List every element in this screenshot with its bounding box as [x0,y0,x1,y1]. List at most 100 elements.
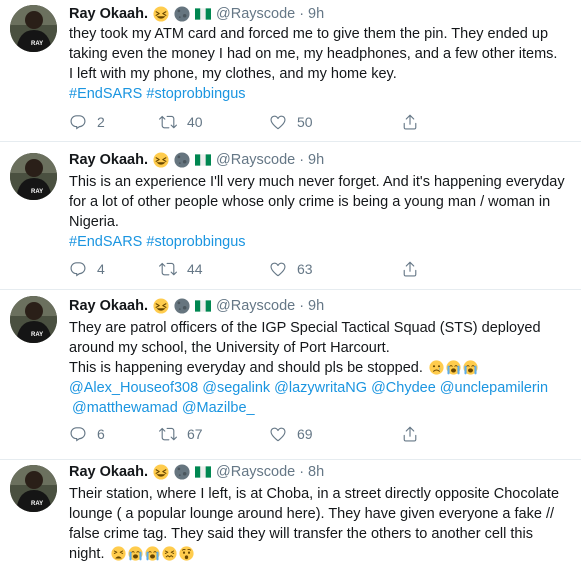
author-name[interactable]: Ray Okaah. [69,150,148,170]
text-line: Nigeria. [69,214,119,230]
grinning-squinting-face-icon [153,6,169,22]
reply-icon [69,113,87,131]
text-line: taking even the money I had on me, my he… [69,46,558,62]
retweet-count: 44 [187,261,203,277]
share-icon [401,113,419,131]
tweet-text: Their station, where I left, is at Choba… [69,484,574,564]
reply-count: 6 [97,426,105,442]
tweet-3[interactable]: Ray Okaah. @Rayscode · 9h They are patro… [0,290,581,460]
grinning-squinting-face-icon [153,464,169,480]
loudly-crying-face-icon [463,360,478,375]
avatar[interactable] [10,5,57,52]
retweet-count: 40 [187,114,203,130]
timestamp[interactable]: 8h [308,462,324,482]
like-button[interactable]: 69 [269,424,313,444]
like-icon [269,260,287,278]
like-button[interactable]: 63 [269,259,313,279]
mentions[interactable]: @matthewamad @Mazilbe_ [69,398,574,418]
new-moon-face-icon [174,6,190,22]
sad-but-relieved-face-icon [429,360,444,375]
new-moon-face-icon [174,298,190,314]
author-handle[interactable]: @Rayscode [216,150,295,170]
author-name[interactable]: Ray Okaah. [69,462,148,482]
loudly-crying-face-icon [446,360,461,375]
like-icon [269,425,287,443]
text-line: around my school, the University of Port… [69,340,390,356]
retweet-icon [159,113,177,131]
reply-icon [69,260,87,278]
timestamp[interactable]: 9h [308,4,324,24]
like-count: 50 [297,114,313,130]
text-line: They are patrol officers of the IGP Spec… [69,320,541,336]
tweet-text: They are patrol officers of the IGP Spec… [69,318,574,418]
separator: · [299,298,305,314]
author-name[interactable]: Ray Okaah. [69,296,148,316]
loudly-crying-face-icon [128,546,143,561]
tweet-actions: 2 40 50 [69,112,499,132]
avatar[interactable] [10,296,57,343]
new-moon-face-icon [174,152,190,168]
mentions[interactable]: @Alex_Houseof308 @segalink @lazywritaNG … [69,378,574,398]
tweet-4[interactable]: Ray Okaah. @Rayscode · 8h Their station,… [0,460,581,568]
grinning-squinting-face-icon [153,152,169,168]
text-line: they took my ATM card and forced me to g… [69,26,549,42]
text: This is happening everyday and should pl… [69,360,423,376]
tweet-header: Ray Okaah. @Rayscode · 9h [69,296,324,316]
share-button[interactable] [401,424,419,444]
avatar-image [10,465,57,512]
tweet-header: Ray Okaah. @Rayscode · 8h [69,462,324,482]
avatar-image [10,153,57,200]
text-line: I left with my phone, my clothes, and my… [69,66,397,82]
retweet-count: 67 [187,426,203,442]
text-line-with-emoji: night. [69,544,574,564]
text-line-with-emoji: This is happening everyday and should pl… [69,358,574,378]
author-handle[interactable]: @Rayscode [216,296,295,316]
new-moon-face-icon [174,464,190,480]
reply-button[interactable]: 2 [69,112,105,132]
like-icon [269,113,287,131]
text-line: This is an experience I'll very much nev… [69,174,565,190]
author-handle[interactable]: @Rayscode [216,4,295,24]
share-button[interactable] [401,259,419,279]
tweet-text: they took my ATM card and forced me to g… [69,24,574,104]
text-line: for a lot of other people whose only cri… [69,194,551,210]
avatar[interactable] [10,153,57,200]
timestamp[interactable]: 9h [308,150,324,170]
text-line: Their station, where I left, is at Choba… [69,486,560,502]
reply-button[interactable]: 4 [69,259,105,279]
avatar[interactable] [10,465,57,512]
text-line: lounge ( a popular lounge around here). … [69,506,555,522]
share-button[interactable] [401,112,419,132]
text: night. [69,546,105,562]
avatar-image [10,296,57,343]
hushed-face-icon [179,546,194,561]
tweet-actions: 6 67 69 [69,424,499,444]
nigeria-flag-icon [195,300,211,312]
like-count: 63 [297,261,313,277]
tweet-text: This is an experience I'll very much nev… [69,172,574,252]
share-icon [401,425,419,443]
hashtags[interactable]: #EndSARS #stoprobbingus [69,84,574,104]
tweet-1[interactable]: Ray Okaah. @Rayscode · 9h they took my A… [0,0,581,142]
retweet-button[interactable]: 44 [159,259,203,279]
like-count: 69 [297,426,313,442]
retweet-button[interactable]: 67 [159,424,203,444]
reply-count: 4 [97,261,105,277]
confounded-face-icon [162,546,177,561]
reply-button[interactable]: 6 [69,424,105,444]
tweet-2[interactable]: Ray Okaah. @Rayscode · 9h This is an exp… [0,142,581,290]
reply-count: 2 [97,114,105,130]
timestamp[interactable]: 9h [308,296,324,316]
separator: · [299,6,305,22]
share-icon [401,260,419,278]
retweet-icon [159,260,177,278]
tweet-header: Ray Okaah. @Rayscode · 9h [69,150,324,170]
separator: · [299,152,305,168]
author-name[interactable]: Ray Okaah. [69,4,148,24]
hashtags[interactable]: #EndSARS #stoprobbingus [69,232,574,252]
author-handle[interactable]: @Rayscode [216,462,295,482]
retweet-button[interactable]: 40 [159,112,203,132]
tweet-actions: 4 44 63 [69,259,499,279]
like-button[interactable]: 50 [269,112,313,132]
tired-face-icon [111,546,126,561]
